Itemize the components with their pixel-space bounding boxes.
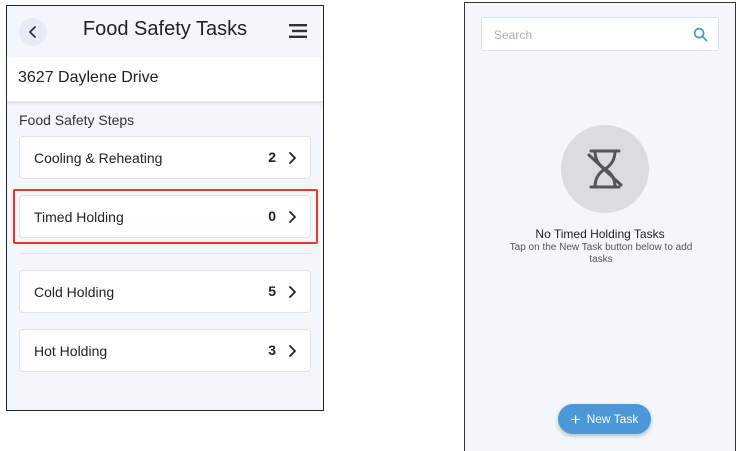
menu-icon: [289, 24, 307, 38]
chevron-right-icon: [289, 286, 296, 298]
page-title: Food Safety Tasks: [82, 18, 248, 40]
step-timed-holding[interactable]: Timed Holding 0: [19, 195, 311, 238]
search-icon[interactable]: [693, 27, 708, 42]
step-name: Cooling & Reheating: [34, 150, 163, 166]
empty-state-title: No Timed Holding Tasks: [535, 227, 665, 241]
search-input[interactable]: [492, 24, 686, 46]
step-cooling-reheating[interactable]: Cooling & Reheating 2: [19, 136, 311, 179]
step-count: 5: [268, 283, 276, 299]
plus-icon: +: [570, 409, 581, 429]
step-count: 2: [268, 149, 276, 165]
chevron-right-icon: [289, 345, 296, 357]
step-hot-holding[interactable]: Hot Holding 3: [19, 329, 311, 372]
step-name: Cold Holding: [34, 284, 115, 300]
food-safety-tasks-screen: Food Safety Tasks 3627 Daylene Drive Foo…: [6, 5, 324, 411]
timed-holding-tasks-screen: No Timed Holding Tasks Tap on the New Ta…: [464, 2, 736, 451]
step-count: 0: [268, 208, 276, 224]
empty-state-message: Tap on the New Task button below to add …: [509, 242, 693, 265]
step-cold-holding[interactable]: Cold Holding 5: [19, 270, 311, 313]
menu-button[interactable]: [287, 20, 309, 42]
location-bar[interactable]: 3627 Daylene Drive: [7, 57, 323, 102]
chevron-right-icon: [289, 211, 296, 223]
new-task-button[interactable]: + New Task: [558, 404, 651, 434]
hourglass-off-icon: [587, 149, 623, 189]
divider: [19, 253, 311, 254]
search-bar[interactable]: [481, 17, 719, 51]
chevron-right-icon: [289, 152, 296, 164]
section-label: Food Safety Steps: [19, 112, 135, 128]
empty-state-badge: [561, 125, 649, 213]
step-name: Hot Holding: [34, 343, 108, 359]
step-count: 3: [268, 342, 276, 358]
location-name: 3627 Daylene Drive: [18, 69, 159, 86]
header: Food Safety Tasks: [7, 6, 323, 57]
new-task-label: New Task: [586, 412, 639, 426]
step-name: Timed Holding: [34, 209, 124, 225]
